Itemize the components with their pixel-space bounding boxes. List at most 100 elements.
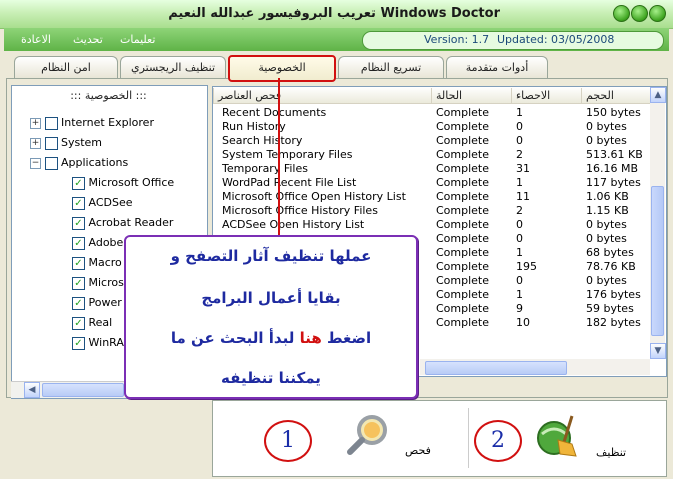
cell-size: 0 bytes: [586, 218, 627, 231]
cell-status: Complete: [436, 232, 490, 245]
table-row[interactable]: ACDSee Open History List Complete 0 0 bytes: [218, 218, 648, 232]
table-row[interactable]: Run History Complete 0 0 bytes: [218, 120, 648, 134]
tree-item-app[interactable]: ✓ Real: [72, 313, 112, 333]
tree-item-app[interactable]: ✓ Adobe: [72, 233, 123, 253]
globe-broom-icon: [537, 415, 577, 457]
checkbox-checked[interactable]: ✓: [72, 336, 85, 350]
scroll-down-icon[interactable]: ▼: [650, 343, 666, 359]
checkbox-checked[interactable]: ✓: [72, 256, 85, 270]
close-button[interactable]: [649, 5, 666, 22]
scan-label[interactable]: فحص: [405, 444, 431, 457]
help-callout: عملها تنظيف آثار التصفح و بقايا أعمال ال…: [124, 235, 418, 399]
cell-status: Complete: [436, 316, 490, 329]
cell-size: 182 bytes: [586, 316, 641, 329]
cell-status: Complete: [436, 120, 490, 133]
cell-status: Complete: [436, 176, 490, 189]
cell-size: 68 bytes: [586, 246, 634, 259]
minimize-button[interactable]: [613, 5, 630, 22]
clean-label[interactable]: تنظيف: [596, 446, 626, 459]
tree-item-applications[interactable]: − Applications: [30, 153, 128, 173]
cell-status: Complete: [436, 218, 490, 231]
checkbox-checked[interactable]: ✓: [72, 236, 85, 250]
tab-system-security[interactable]: امن النظام: [14, 56, 118, 78]
callout-line-4: يمكننا تنظيفه: [221, 369, 321, 387]
menu-help[interactable]: تعليمات: [120, 30, 155, 49]
table-row[interactable]: Recent Documents Complete 1 150 bytes: [218, 106, 648, 120]
table-row[interactable]: Microsoft Office Open History List Comple…: [218, 190, 648, 204]
table-row[interactable]: Temporary Files Complete 31 16.16 MB: [218, 162, 648, 176]
cell-size: 176 bytes: [586, 288, 641, 301]
menu-update[interactable]: تحديث: [73, 30, 103, 49]
tree-item-app[interactable]: ✓ Power: [72, 293, 122, 313]
list-hscroll-thumb[interactable]: [425, 361, 567, 375]
tree-item-internet-explorer[interactable]: + Internet Explorer: [30, 113, 154, 133]
checkbox-checked[interactable]: ✓: [72, 176, 85, 190]
checkbox-checked[interactable]: ✓: [72, 316, 85, 330]
tab-speed-up[interactable]: تسريع النظام: [338, 56, 444, 78]
cell-count: 0: [516, 120, 523, 133]
expand-icon[interactable]: +: [30, 137, 41, 149]
table-row[interactable]: Microsoft Office History Files Complete 2 1…: [218, 204, 648, 218]
checkbox[interactable]: [44, 136, 58, 150]
callout-pointer: [278, 78, 280, 236]
tree-item-app[interactable]: ✓ WinRA: [72, 333, 124, 353]
tree-item-app[interactable]: ✓ Acrobat Reader: [72, 213, 173, 233]
col-header-count[interactable]: الاحصاء: [511, 88, 581, 103]
list-vscroll-thumb[interactable]: [651, 186, 664, 336]
clean-button[interactable]: [532, 410, 588, 460]
expand-icon[interactable]: +: [30, 117, 41, 129]
collapse-icon[interactable]: −: [30, 157, 41, 169]
checkbox[interactable]: [44, 156, 58, 170]
tab-registry-cleaner[interactable]: تنظيف الريجستري: [120, 56, 226, 78]
magnifier-icon: [347, 415, 387, 455]
checkbox-checked[interactable]: ✓: [72, 216, 85, 230]
cell-count: 10: [516, 316, 530, 329]
tree-item-app[interactable]: ✓ Microsoft Office: [72, 173, 174, 193]
table-row[interactable]: System Temporary Files Complete 2 513.61 KB: [218, 148, 648, 162]
cell-count: 11: [516, 190, 530, 203]
scan-button[interactable]: [344, 410, 394, 460]
cell-count: 0: [516, 134, 523, 147]
cell-size: 78.76 KB: [586, 260, 636, 273]
table-row[interactable]: WordPad Recent File List Complete 1 117 byt…: [218, 176, 648, 190]
checkbox-checked[interactable]: ✓: [72, 196, 85, 210]
cell-size: 59 bytes: [586, 302, 634, 315]
checkbox-checked[interactable]: ✓: [72, 276, 85, 290]
col-header-size[interactable]: الحجم: [581, 88, 650, 103]
cell-status: Complete: [436, 148, 490, 161]
cell-status: Complete: [436, 134, 490, 147]
menu-restore[interactable]: الاعادة: [21, 30, 51, 49]
cell-status: Complete: [436, 204, 490, 217]
tab-privacy[interactable]: الخصوصية: [228, 55, 336, 82]
cell-count: 0: [516, 274, 523, 287]
tab-advanced-tools[interactable]: أدوات متقدمة: [446, 56, 548, 78]
cell-item: Microsoft Office Open History List: [222, 190, 406, 203]
cell-item: ACDSee Open History List: [222, 218, 365, 231]
cell-size: 0 bytes: [586, 120, 627, 133]
table-row[interactable]: Search History Complete 0 0 bytes: [218, 134, 648, 148]
checkbox-checked[interactable]: ✓: [72, 296, 85, 310]
tree-hscroll-thumb[interactable]: [42, 383, 124, 397]
cell-status: Complete: [436, 246, 490, 259]
tree-item-app[interactable]: ✓ Micros: [72, 273, 124, 293]
callout-line-2: بقايا أعمال البرامج: [201, 289, 341, 307]
step-one-marker: 1: [264, 420, 312, 462]
cell-item: Run History: [222, 120, 286, 133]
col-header-status[interactable]: الحالة: [431, 88, 511, 103]
cell-status: Complete: [436, 302, 490, 315]
scroll-left-icon[interactable]: ◀: [24, 382, 40, 398]
cell-count: 1: [516, 106, 523, 119]
scroll-up-icon[interactable]: ▲: [650, 87, 666, 103]
action-divider: [468, 408, 469, 468]
cell-size: 1.15 KB: [586, 204, 629, 217]
tree-item-system[interactable]: + System: [30, 133, 102, 153]
tree-item-app[interactable]: ✓ ACDSee: [72, 193, 133, 213]
cell-count: 9: [516, 302, 523, 315]
checkbox[interactable]: [44, 116, 58, 130]
cell-status: Complete: [436, 288, 490, 301]
cell-item: System Temporary Files: [222, 148, 353, 161]
col-header-item[interactable]: فحص العناصر: [213, 88, 431, 103]
maximize-button[interactable]: [631, 5, 648, 22]
tree-item-app[interactable]: ✓ Macro: [72, 253, 122, 273]
cell-count: 2: [516, 204, 523, 217]
